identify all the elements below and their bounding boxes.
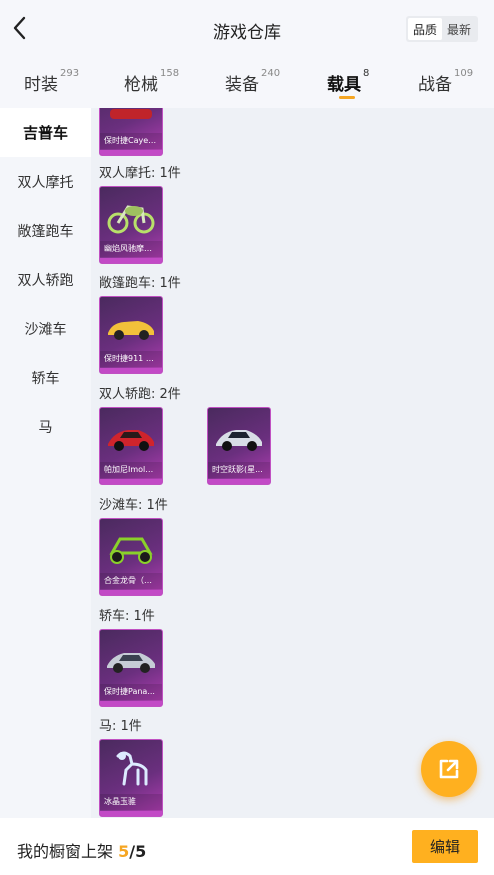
section-label: 马: 1件 [99, 719, 142, 734]
rarity-bar [100, 701, 162, 706]
vehicle-card[interactable]: 幽焰风驰摩托... [99, 186, 163, 264]
vehicle-card[interactable]: 冰晶玉骓 [99, 739, 163, 817]
vehicle-name: 保时捷911 敞... [100, 351, 162, 367]
edit-button[interactable]: 编辑 [412, 830, 478, 863]
active-tab-indicator [339, 96, 355, 99]
tab-count: 109 [454, 68, 474, 79]
vehicle-card[interactable]: 帕加尼Imola(... [99, 407, 163, 485]
shelf-current-count: 5 [118, 842, 130, 861]
vehicle-image [110, 109, 152, 119]
horse-image [116, 751, 148, 786]
shelf-total-count: 5 [135, 842, 147, 861]
vehicle-name: 保时捷Pana... [100, 684, 162, 700]
sidebar-item-sedan[interactable]: 轿车 [0, 353, 91, 402]
rarity-bar [100, 150, 162, 155]
sort-latest[interactable]: 最新 [442, 18, 476, 40]
tab-label: 枪械 [124, 75, 158, 95]
vehicle-name: 保时捷Cayen... [100, 133, 162, 149]
tab-supplies[interactable]: 战备109 [418, 68, 474, 95]
tab-count: 240 [261, 68, 281, 79]
shelf-label: 我的橱窗上架 [17, 842, 114, 861]
section-label: 轿车: 1件 [99, 609, 155, 624]
rarity-bar [208, 479, 270, 484]
motorcycle-image [107, 205, 155, 234]
vehicle-name: 冰晶玉骓 [100, 794, 162, 810]
beach-buggy-image [109, 537, 153, 564]
rarity-bar [100, 590, 162, 595]
tab-vehicles[interactable]: 载具8 [327, 68, 370, 95]
vehicle-name: 帕加尼Imola(... [100, 462, 162, 478]
tab-count: 158 [160, 68, 180, 79]
sidebar-item-coupe[interactable]: 双人轿跑 [0, 255, 91, 304]
tab-label: 时装 [24, 75, 58, 95]
section-label: 敞篷跑车: 1件 [99, 276, 181, 291]
share-button[interactable] [421, 741, 477, 797]
vehicle-name: 合金龙骨（绿... [100, 573, 162, 589]
rarity-bar [100, 258, 162, 263]
rarity-bar [100, 479, 162, 484]
sort-quality[interactable]: 品质 [407, 18, 442, 40]
item-grid: 保时捷Cayen... 双人摩托: 1件 幽焰风驰摩托... 敞篷跑车: 1件 … [91, 108, 494, 818]
shelf-status: 我的橱窗上架 5/5 [17, 838, 146, 862]
bottom-bar: 我的橱窗上架 5/5 编辑 [0, 818, 494, 875]
sidebar-item-beach-buggy[interactable]: 沙滩车 [0, 304, 91, 353]
tab-guns[interactable]: 枪械158 [124, 68, 180, 95]
sidebar-item-horse[interactable]: 马 [0, 402, 91, 451]
vehicle-card[interactable]: 保时捷911 敞... [99, 296, 163, 374]
sidebar-item-jeep[interactable]: 吉普车 [0, 108, 91, 157]
sidebar-item-double-motorcycle[interactable]: 双人摩托 [0, 157, 91, 206]
tab-label: 载具 [327, 75, 361, 95]
vehicle-name: 时空跃影(星... [208, 462, 270, 478]
section-label: 双人轿跑: 2件 [99, 387, 181, 402]
vehicle-type-sidebar: 吉普车 双人摩托 敞篷跑车 双人轿跑 沙滩车 轿车 马 [0, 108, 91, 818]
vehicle-name: 幽焰风驰摩托... [100, 241, 162, 257]
tab-count: 8 [363, 68, 370, 79]
vehicle-card[interactable]: 保时捷Pana... [99, 629, 163, 707]
vehicle-card[interactable]: 合金龙骨（绿... [99, 518, 163, 596]
tab-count: 293 [60, 68, 80, 79]
sedan-image [107, 653, 155, 673]
rarity-bar [100, 368, 162, 373]
coupe-image [216, 430, 262, 451]
sort-toggle: 品质 最新 [405, 16, 478, 42]
tab-fashion[interactable]: 时装293 [24, 68, 80, 95]
sidebar-item-convertible[interactable]: 敞篷跑车 [0, 206, 91, 255]
external-link-icon [439, 759, 459, 779]
tab-label: 装备 [225, 75, 259, 95]
category-tabs: 时装293 枪械158 装备240 载具8 战备109 [0, 58, 494, 108]
tab-equipment[interactable]: 装备240 [225, 68, 281, 95]
top-bar: 游戏仓库 品质 最新 [0, 0, 494, 58]
coupe-image [108, 430, 154, 451]
tab-label: 战备 [418, 75, 452, 95]
convertible-image [108, 321, 154, 340]
rarity-bar [100, 811, 162, 816]
section-label: 沙滩车: 1件 [99, 498, 168, 513]
vehicle-card[interactable]: 时空跃影(星... [207, 407, 271, 485]
section-label: 双人摩托: 1件 [99, 166, 181, 181]
vehicle-card[interactable]: 保时捷Cayen... [99, 108, 163, 156]
